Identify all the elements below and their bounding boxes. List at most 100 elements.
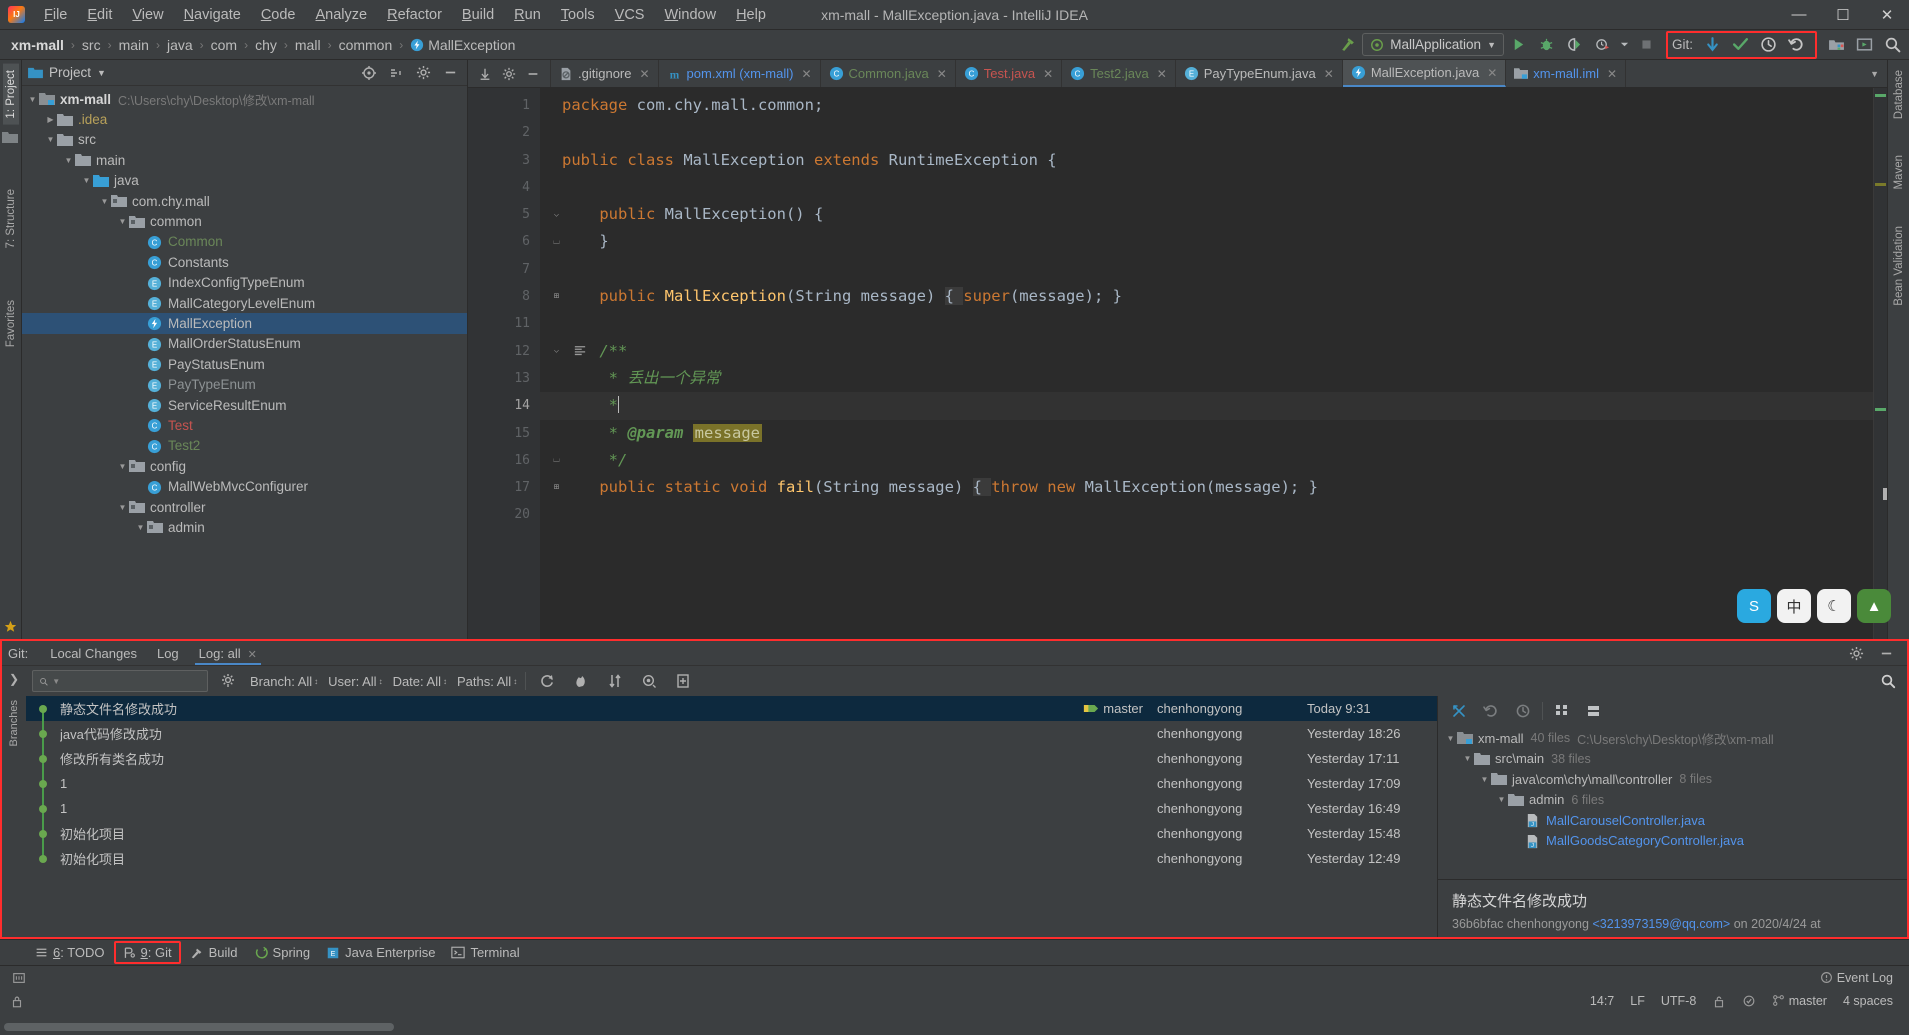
profile-dropdown-icon[interactable]: [1618, 33, 1632, 57]
commit-row[interactable]: 1 chenhongyong Yesterday 16:49: [26, 796, 1437, 821]
commit-file-row[interactable]: ▼ xm-mall 40 files C:\Users\chy\Desktop\修改\…: [1438, 728, 1907, 749]
log-filter-date[interactable]: Date: All ↕: [393, 674, 447, 689]
project-tree-row[interactable]: E ServiceResultEnum: [22, 395, 467, 415]
tool-button-terminal[interactable]: Terminal: [444, 943, 526, 962]
commit-row[interactable]: 初始化项目 chenhongyong Yesterday 15:48: [26, 821, 1437, 846]
floating-input-widget[interactable]: S 中 ☾ ▲: [1737, 589, 1891, 623]
project-tree-row[interactable]: ▼ main: [22, 150, 467, 170]
rail-tab-structure[interactable]: 7: Structure: [3, 183, 19, 254]
close-icon[interactable]: ✕: [639, 67, 649, 81]
revert-icon[interactable]: [1478, 699, 1504, 723]
toolbox-icon[interactable]: ▲: [1857, 589, 1891, 623]
chevron-down-icon[interactable]: ▼: [116, 217, 129, 226]
commit-file-row[interactable]: ▼ java\com\chy\mall\controller 8 files: [1438, 769, 1907, 790]
close-icon[interactable]: ✕: [248, 649, 257, 661]
project-tree-row[interactable]: ▼ xm-mall C:\Users\chy\Desktop\修改\xm-mall: [22, 89, 467, 109]
code-line[interactable]: package com.chy.mall.common;: [540, 92, 1873, 119]
refresh-icon[interactable]: [534, 669, 560, 693]
git-rollback-icon[interactable]: [1783, 33, 1809, 57]
rail-tab-database[interactable]: Database: [1891, 64, 1907, 125]
code-line[interactable]: public MallException(String message) { s…: [540, 283, 1873, 310]
project-tree-row[interactable]: ▼ com.chy.mall: [22, 191, 467, 211]
gutter-line[interactable]: 11: [468, 310, 540, 337]
memory-indicator[interactable]: [8, 971, 34, 985]
close-icon[interactable]: ✕: [937, 67, 947, 81]
code-line[interactable]: /**: [540, 338, 1873, 365]
project-tree-row[interactable]: ▼ controller: [22, 497, 467, 517]
breadcrumb-item-java[interactable]: java: [164, 36, 196, 54]
project-tree-row[interactable]: E PayTypeEnum: [22, 374, 467, 394]
scroll-from-source-icon[interactable]: [478, 67, 492, 81]
project-tree-row[interactable]: C Common: [22, 232, 467, 252]
bottom-tool-buttons[interactable]: 6: TODO 9: Git Build Spring E Java Enterprise…: [0, 939, 1909, 965]
code-line[interactable]: * @param message: [540, 420, 1873, 447]
breadcrumb-item-com[interactable]: com: [208, 36, 240, 54]
menu-item-run[interactable]: Run: [504, 3, 551, 27]
debug-icon[interactable]: [1534, 33, 1560, 57]
chevron-down-icon[interactable]: ▼: [116, 462, 129, 471]
coverage-icon[interactable]: [1562, 33, 1588, 57]
git-history-icon[interactable]: [1755, 33, 1781, 57]
horizontal-scrollbar[interactable]: [4, 1023, 394, 1031]
readonly-icon[interactable]: [1704, 994, 1734, 1009]
git-blame-icon[interactable]: [568, 669, 594, 693]
git-update-icon[interactable]: [1699, 33, 1725, 57]
project-tree-row[interactable]: ▼ admin: [22, 517, 467, 537]
menu-item-refactor[interactable]: Refactor: [377, 3, 452, 27]
gutter-line[interactable]: 6 ⌴: [468, 228, 560, 255]
menu-item-edit[interactable]: Edit: [77, 3, 122, 27]
breadcrumb-item-main[interactable]: main: [116, 36, 152, 54]
commit-row[interactable]: 1 chenhongyong Yesterday 17:09: [26, 771, 1437, 796]
code-line[interactable]: *: [540, 392, 1873, 420]
gutter-line[interactable]: 16 ⌴: [468, 447, 560, 474]
gear-icon[interactable]: [502, 67, 516, 81]
tool-button-build[interactable]: Build: [183, 943, 245, 962]
stop-icon[interactable]: [1634, 33, 1660, 57]
git-tab-log-all[interactable]: Log: all ✕: [189, 642, 267, 665]
editor-tab-xm-mall-iml[interactable]: xm-mall.iml ✕: [1506, 60, 1627, 87]
gutter-line[interactable]: 5 ⌵: [468, 201, 559, 228]
gutter-line[interactable]: 12 ⌵: [468, 338, 586, 365]
run-icon[interactable]: [1506, 33, 1532, 57]
close-icon[interactable]: ✕: [1043, 67, 1053, 81]
project-tree-row[interactable]: C Constants: [22, 252, 467, 272]
gutter-line[interactable]: 15: [468, 420, 540, 447]
search-dropdown-icon[interactable]: ▼: [52, 677, 60, 686]
log-filter-user[interactable]: User: All ↕: [328, 674, 382, 689]
inspections-icon[interactable]: [1734, 994, 1764, 1008]
breadcrumb-item-mallexception[interactable]: MallException: [407, 36, 518, 54]
history-icon[interactable]: [1510, 699, 1536, 723]
code-line[interactable]: public MallException() {: [540, 201, 1873, 228]
search-everywhere-icon[interactable]: [1879, 33, 1905, 57]
editor-tab-common-java[interactable]: C Common.java ✕: [821, 60, 956, 87]
git-log-filters[interactable]: Branch: All ↕ User: All ↕ Date: All ↕ Paths: A…: [250, 674, 517, 689]
chevron-down-icon[interactable]: ▼: [116, 503, 129, 512]
rail-tab-project[interactable]: 1: Project: [2, 64, 19, 125]
git-log-search-input[interactable]: ▼: [32, 670, 208, 692]
menu-item-code[interactable]: Code: [251, 3, 306, 27]
collapse-all-icon[interactable]: [383, 61, 409, 85]
code-line[interactable]: [540, 501, 1873, 528]
indent-setting[interactable]: 4 spaces: [1835, 994, 1901, 1008]
gear-icon[interactable]: [1843, 641, 1869, 665]
gutter-line[interactable]: 4: [468, 174, 540, 201]
sogou-icon[interactable]: S: [1737, 589, 1771, 623]
group-by-directory-icon[interactable]: [1549, 699, 1575, 723]
editor-tab-gitignore[interactable]: .gitignore ✕: [551, 60, 659, 87]
code-line[interactable]: * 丢出一个异常: [540, 365, 1873, 392]
editor-tab-test2-java[interactable]: C Test2.java ✕: [1062, 60, 1176, 87]
log-filter-paths[interactable]: Paths: All ↕: [457, 674, 517, 689]
menu-bar[interactable]: File Edit View Navigate Code Analyze Refactor B…: [34, 0, 776, 29]
gutter-line[interactable]: 8 ⊞: [468, 283, 559, 310]
sort-icon[interactable]: [602, 669, 628, 693]
code-line[interactable]: [540, 310, 1873, 337]
editor-tab-pom-xml-xm-mall[interactable]: m pom.xml (xm-mall) ✕: [659, 60, 821, 87]
commit-row[interactable]: 初始化项目 chenhongyong Yesterday 12:49: [26, 846, 1437, 871]
project-tree-row[interactable]: E MallCategoryLevelEnum: [22, 293, 467, 313]
chevron-down-icon[interactable]: ▼: [80, 176, 93, 185]
code-line[interactable]: [540, 256, 1873, 283]
close-icon[interactable]: ✕: [1157, 67, 1167, 81]
code-line[interactable]: public static void fail(String message) …: [540, 474, 1873, 501]
git-branches-strip[interactable]: ❯ Branches: [2, 666, 26, 937]
git-branch-indicator[interactable]: master: [1764, 994, 1835, 1008]
